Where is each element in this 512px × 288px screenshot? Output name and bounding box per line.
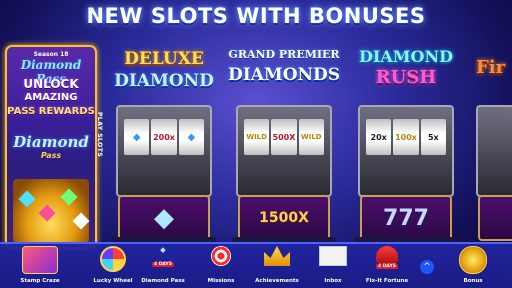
slot-machine-deluxe-diamond[interactable]: DELUXE DIAMOND ◆ 200x ◆ ◆ <box>108 45 220 245</box>
target-icon <box>211 246 231 266</box>
machine-panel: 1500X <box>238 195 330 241</box>
reel: WILD <box>298 119 324 155</box>
reels: 20x 100x 5x <box>366 119 446 155</box>
machine-title-line2: DIAMOND <box>114 71 214 91</box>
reels: WILD 500X WILD <box>244 119 324 155</box>
reel: 500X <box>271 119 297 155</box>
machine-title-line1: DELUXE <box>124 49 204 69</box>
machine-title-line2: RUSH <box>375 67 437 88</box>
gem-icon <box>72 212 90 230</box>
coin-icon <box>459 246 487 274</box>
machine-title-line1: DIAMOND <box>359 47 453 66</box>
stamp-craze-icon <box>22 246 58 274</box>
gem-icon <box>38 204 56 222</box>
bonus-label: Bonus <box>463 278 483 284</box>
reel: WILD <box>244 119 270 155</box>
stamp-craze-button[interactable]: Stamp Craze <box>12 244 68 286</box>
stamp-craze-label: Stamp Craze <box>20 278 60 284</box>
diamond-pass-icon: ◆ <box>160 246 166 254</box>
lucky-wheel-icon <box>100 246 126 272</box>
machine-panel <box>478 195 512 241</box>
machine-cabinet: 20x 100x 5x <box>358 105 454 197</box>
fix-it-fortune-label: Fix-It Fortune <box>365 278 409 284</box>
promo-line2: AMAZING <box>24 92 78 103</box>
chevron-up-icon[interactable]: ^ <box>420 260 434 274</box>
machine-cabinet <box>476 105 512 197</box>
inbox-label: Inbox <box>324 278 342 284</box>
diamond-pass-button[interactable]: ◆ 4 DAYS Diamond Pass <box>138 244 188 286</box>
headline: NEW SLOTS WITH BONUSES <box>0 4 512 28</box>
diamond-pass-badge: 4 DAYS <box>152 262 174 267</box>
reel: ◆ <box>124 119 150 155</box>
promo-line1: UNLOCK <box>23 77 79 91</box>
diamond-pass-promo-card[interactable]: Season 18 Diamond Pass UNLOCK AMAZING PA… <box>5 45 97 249</box>
slot-machine-partial[interactable]: Fir <box>470 45 512 245</box>
slot-machine-grand-premier-diamonds[interactable]: GRAND PREMIER DIAMONDS WILD 500X WILD 15… <box>228 45 340 245</box>
missions-button[interactable]: Missions <box>196 244 246 286</box>
promo-pass-text: Pass <box>40 151 62 160</box>
reel: ◆ <box>178 119 204 155</box>
diamond-pass-label: Diamond Pass <box>141 278 185 284</box>
treasure-image <box>13 179 90 243</box>
achievements-label: Achievements <box>255 278 299 284</box>
fix-it-fortune-button[interactable]: 4 DAYS Fix-It Fortune <box>362 244 412 286</box>
reels: ◆ 200x ◆ <box>124 119 204 155</box>
inbox-button[interactable]: Inbox <box>308 244 358 286</box>
machine-title-line1: GRAND PREMIER <box>228 48 340 61</box>
character-icon <box>376 246 398 264</box>
lucky-wheel-button[interactable]: Lucky Wheel <box>88 244 138 286</box>
promo-season: Season 18 <box>33 51 69 58</box>
promo-line3: PASS REWARDS <box>7 106 95 117</box>
bonus-button[interactable]: Bonus <box>448 244 498 286</box>
promo-diamond-text: Diamond <box>13 133 89 151</box>
gem-icon <box>18 190 36 208</box>
play-slots-label: PLAY SLOTS <box>96 112 103 158</box>
missions-label: Missions <box>207 278 235 284</box>
headline-part1: NEW SLOTS <box>86 4 237 28</box>
slot-machine-diamond-rush[interactable]: DIAMOND RUSH 20x 100x 5x 777 <box>350 45 462 245</box>
machine-panel: ◆ <box>118 195 210 241</box>
machine-cabinet: ◆ 200x ◆ <box>116 105 212 197</box>
machine-title-line1: Fir <box>476 57 506 78</box>
gem-icon <box>60 188 78 206</box>
envelope-icon <box>319 246 347 266</box>
reel: 5x <box>420 119 446 155</box>
machine-panel: 777 <box>360 195 452 241</box>
achievements-button[interactable]: Achievements <box>252 244 302 286</box>
lucky-wheel-label: Lucky Wheel <box>93 278 133 284</box>
machine-title-line2: DIAMONDS <box>228 65 341 85</box>
machine-cabinet: WILD 500X WILD <box>236 105 332 197</box>
reel: 200x <box>151 119 177 155</box>
fix-it-fortune-badge: 4 DAYS <box>376 264 398 269</box>
headline-part2: WITH BONUSES <box>236 4 426 28</box>
crown-icon <box>264 246 290 266</box>
reel: 20x <box>366 119 392 155</box>
reel: 100x <box>393 119 419 155</box>
